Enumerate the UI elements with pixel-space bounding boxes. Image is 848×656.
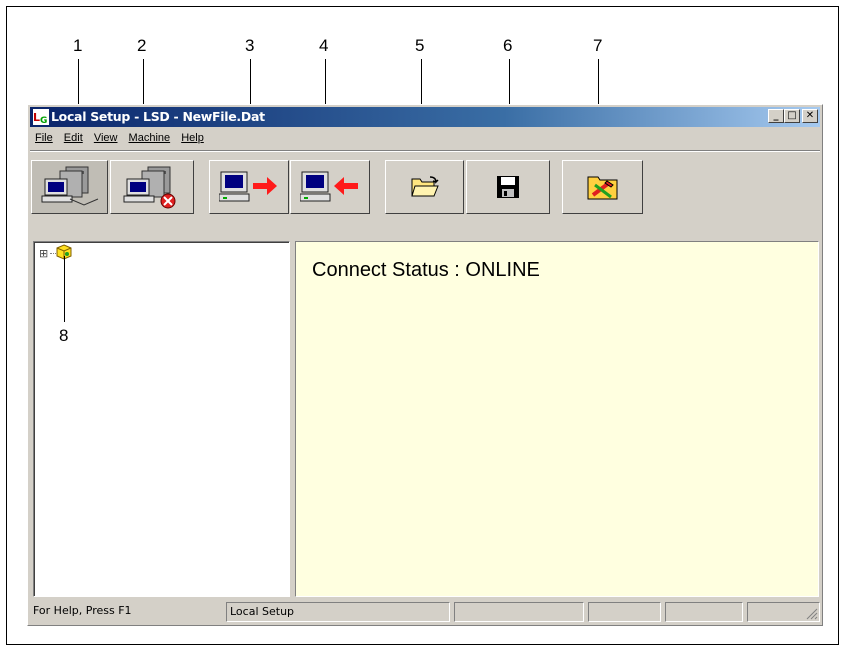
lsd-app-icon: L G [33, 109, 49, 125]
receive-from-machine-button[interactable] [290, 160, 370, 214]
callout-7: 7 [593, 36, 603, 55]
callout-1: 1 [73, 36, 83, 55]
resize-grip-icon[interactable] [806, 608, 818, 620]
menu-file-label: File [35, 132, 53, 144]
callout-8: 8 [59, 326, 69, 345]
menu-view-label: View [93, 132, 118, 144]
menu-view[interactable]: View [91, 129, 123, 147]
status-mode-text: Local Setup [226, 602, 450, 622]
computer-connect-icon [41, 166, 98, 206]
status-help-text: For Help, Press F1 [33, 604, 132, 617]
callout-4: 4 [319, 36, 329, 55]
tree-expander[interactable]: ⊞ [39, 248, 48, 259]
computer-disconnect-icon [123, 166, 176, 209]
connect-button[interactable] [31, 160, 108, 214]
lsd-window: L G Local Setup - LSD - NewFile.Dat _ □ … [27, 104, 823, 626]
status-panel-3 [454, 602, 584, 622]
computer-receive-icon [300, 171, 358, 202]
menu-file[interactable]: File [32, 129, 58, 147]
computer-send-icon [219, 171, 277, 202]
status-bar: For Help, Press F1 Local Setup [30, 602, 820, 622]
close-button[interactable]: ✕ [802, 109, 818, 123]
window-title: Local Setup - LSD - NewFile.Dat [51, 109, 265, 124]
menu-machine-label: Machine [128, 132, 171, 144]
status-panel-5 [665, 602, 743, 622]
title-bar[interactable]: L G Local Setup - LSD - NewFile.Dat _ □ … [30, 107, 820, 127]
callout-6: 6 [503, 36, 513, 55]
callout-2: 2 [137, 36, 147, 55]
folder-tools-icon [587, 176, 617, 200]
menu-help[interactable]: Help [178, 129, 209, 147]
status-panel-4 [588, 602, 661, 622]
toolbar-separator [30, 150, 820, 152]
save-file-button[interactable] [466, 160, 550, 214]
open-file-button[interactable] [385, 160, 464, 214]
menu-machine[interactable]: Machine [126, 129, 176, 147]
disconnect-button[interactable] [110, 160, 194, 214]
menu-help-label: Help [181, 132, 204, 144]
svg-text:L: L [33, 111, 40, 124]
callout-8-leader [64, 256, 65, 322]
maximize-button[interactable]: □ [784, 109, 800, 123]
callout-5: 5 [415, 36, 425, 55]
content-pane: Connect Status : ONLINE [295, 241, 819, 597]
menu-bar: File Edit View Machine Help [32, 129, 209, 147]
callout-3: 3 [245, 36, 255, 55]
minimize-button[interactable]: _ [768, 109, 784, 123]
svg-text:G: G [40, 116, 47, 125]
setup-tools-button[interactable] [562, 160, 643, 214]
menu-edit[interactable]: Edit [61, 129, 88, 147]
floppy-disk-icon [497, 176, 519, 198]
send-to-machine-button[interactable] [209, 160, 289, 214]
connect-status-text: Connect Status : ONLINE [312, 259, 540, 281]
menu-edit-label: Edit [63, 132, 83, 144]
folder-open-icon [410, 176, 439, 197]
tree-pane[interactable]: ⊞ [33, 241, 290, 597]
